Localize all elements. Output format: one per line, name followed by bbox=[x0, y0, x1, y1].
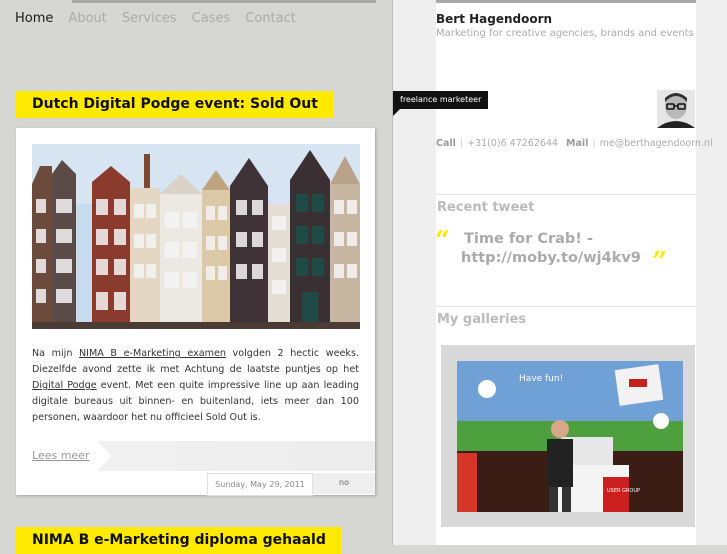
tweet-line: Time for Crab! - bbox=[464, 231, 593, 247]
nav-services[interactable]: Services bbox=[122, 11, 177, 26]
phone-number[interactable]: +31(0)6 47262644 bbox=[467, 138, 558, 149]
link-digital-podge[interactable]: Digital Podge bbox=[32, 380, 97, 391]
divider bbox=[436, 306, 696, 307]
post-title[interactable]: NIMA B e-Marketing diploma gehaald bbox=[16, 527, 342, 554]
post-image-amsterdam-canal-houses[interactable] bbox=[32, 144, 360, 329]
nav-about[interactable]: About bbox=[68, 11, 106, 26]
mail-label: Mail bbox=[566, 138, 589, 149]
role-badge: freelance marketeer bbox=[393, 91, 489, 109]
tweet-text[interactable]: Time for Crab! - http://moby.to/wj4kv9 bbox=[461, 230, 651, 268]
top-rule bbox=[72, 0, 376, 3]
tweet-link[interactable]: http://moby.to/wj4kv9 bbox=[461, 249, 651, 268]
excerpt-text: Na mijn bbox=[32, 348, 79, 359]
separator: | bbox=[592, 138, 596, 149]
sidebar-top-rule bbox=[436, 0, 696, 3]
call-label: Call bbox=[436, 138, 456, 149]
site-tagline: Marketing for creative agencies, brands … bbox=[436, 28, 694, 39]
avatar bbox=[657, 90, 695, 128]
comment-count[interactable]: no bbox=[313, 473, 375, 494]
read-more-link[interactable]: Lees meer bbox=[32, 449, 89, 462]
nav-contact[interactable]: Contact bbox=[245, 11, 296, 26]
site-owner-name: Bert Hagendoorn bbox=[436, 12, 553, 26]
email-address[interactable]: me@berthagendoorn.nl bbox=[600, 138, 713, 149]
galleries-heading: My galleries bbox=[437, 312, 527, 327]
badge-tail bbox=[393, 109, 400, 116]
gallery-screen-text: Have fun! bbox=[519, 374, 563, 384]
close-quote-icon: ” bbox=[652, 247, 667, 277]
post-card: Na mijn NIMA B e-Marketing examen volgde… bbox=[16, 128, 375, 495]
open-quote-icon: “ bbox=[435, 226, 450, 256]
separator: | bbox=[459, 138, 464, 149]
right-gutter bbox=[393, 0, 436, 545]
page-edge bbox=[696, 0, 727, 545]
post-excerpt: Na mijn NIMA B e-Marketing examen volgde… bbox=[32, 346, 359, 426]
nav-cases[interactable]: Cases bbox=[192, 11, 231, 26]
recent-tweet-heading: Recent tweet bbox=[437, 200, 535, 215]
contact-line: Call | +31(0)6 47262644 Mail | me@berthagendo… bbox=[436, 138, 713, 149]
gallery-banner-text: USER GROUP bbox=[607, 488, 640, 494]
post-date: Sunday, May 29, 2011 bbox=[207, 473, 313, 496]
gallery-image-speaker[interactable]: Have fun! USER GROUP bbox=[457, 361, 683, 512]
divider bbox=[436, 194, 696, 195]
post-title[interactable]: Dutch Digital Podge event: Sold Out bbox=[16, 91, 334, 118]
main-nav: Home About Services Cases Contact bbox=[15, 11, 311, 26]
nav-home[interactable]: Home bbox=[15, 11, 53, 26]
link-nima-exam[interactable]: NIMA B e-Marketing examen bbox=[79, 348, 226, 359]
